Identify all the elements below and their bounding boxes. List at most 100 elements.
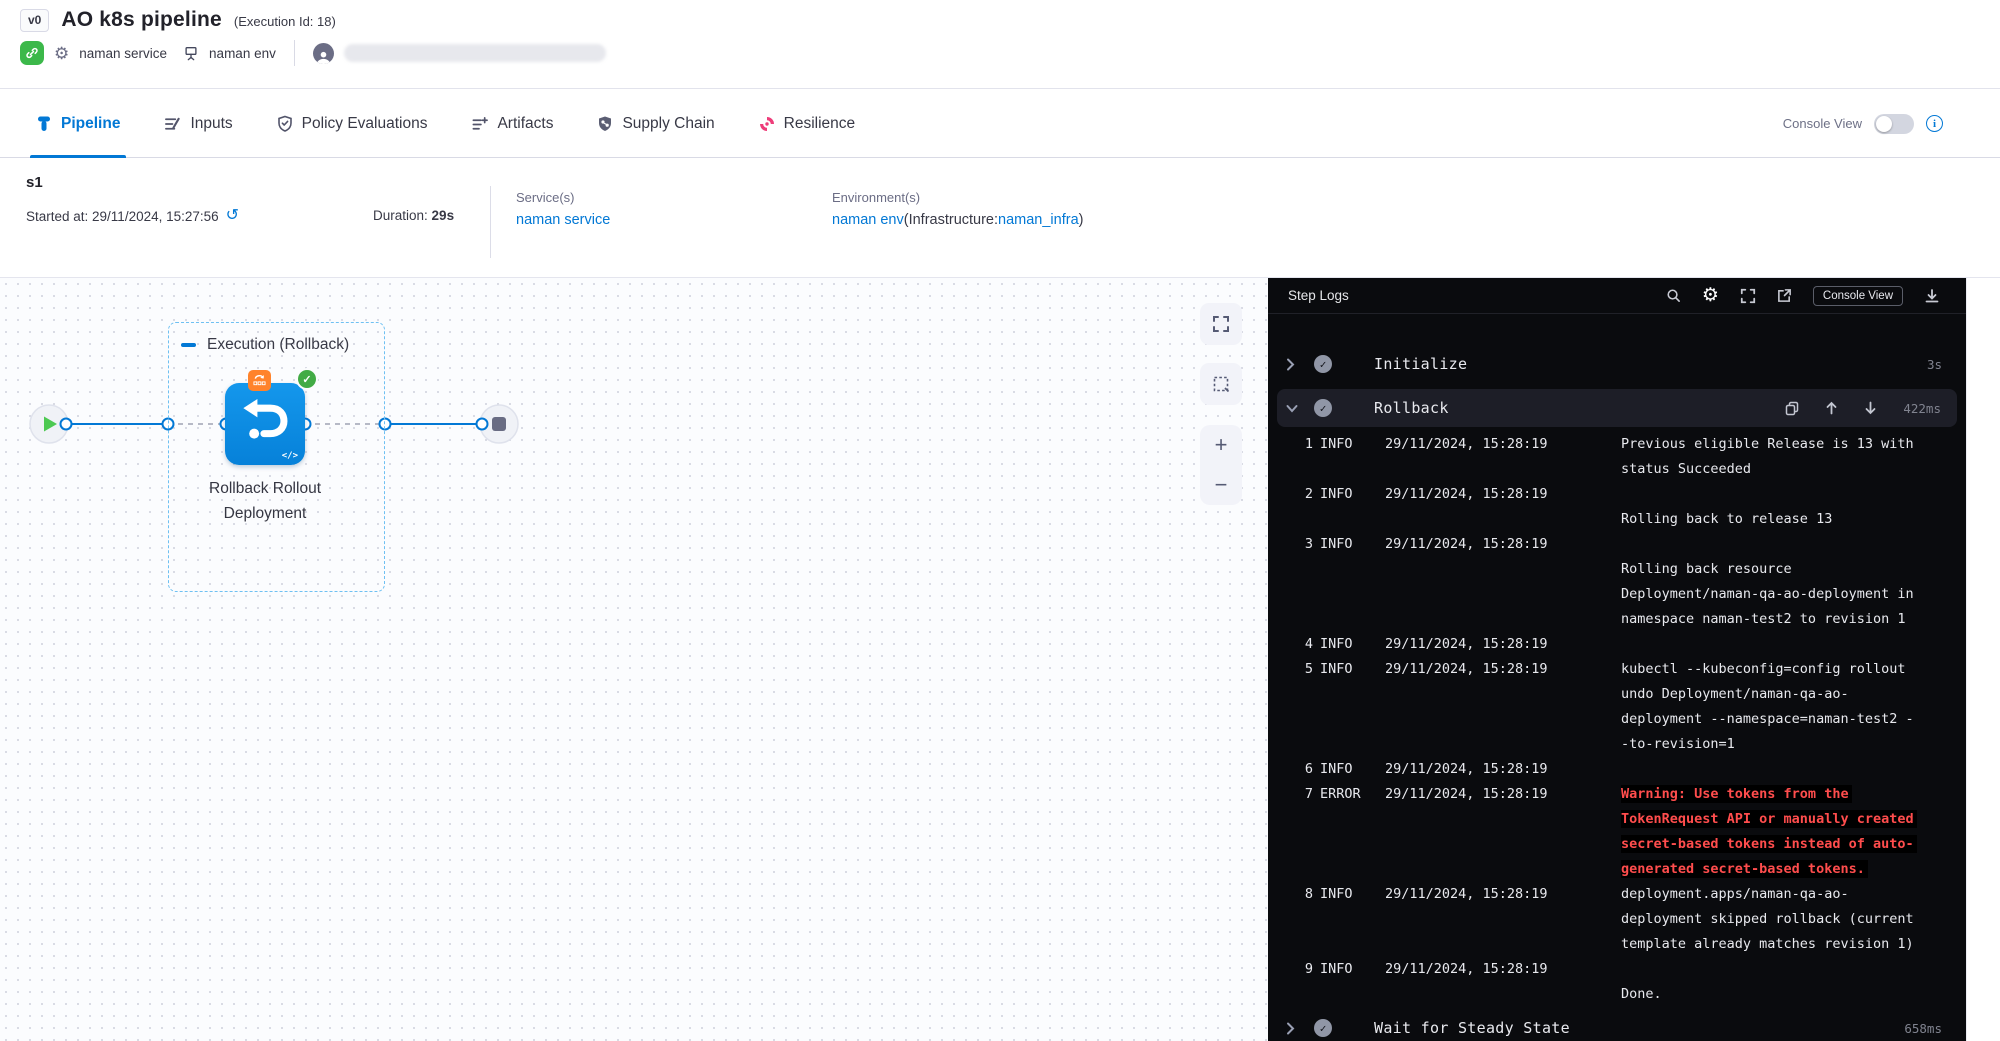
pipeline-execution-page: v0 AO k8s pipeline (Execution Id: 18) ⚙ … bbox=[0, 0, 2000, 1041]
infra-suffix: ) bbox=[1079, 212, 1084, 228]
log-line: Rolling back to release 13 bbox=[1268, 506, 1966, 531]
zoom-out-button[interactable]: − bbox=[1200, 465, 1242, 505]
trigger-link-icon bbox=[20, 41, 44, 65]
log-line: status Succeeded bbox=[1268, 456, 1966, 481]
resilience-icon bbox=[759, 116, 775, 132]
environment-name[interactable]: naman env bbox=[209, 46, 276, 61]
log-line: 1INFO29/11/2024, 15:28:19Previous eligib… bbox=[1268, 431, 1966, 456]
rollback-step-node[interactable]: ✓ </> bbox=[225, 383, 305, 465]
log-line: undo Deployment/naman-qa-ao- bbox=[1268, 681, 1966, 706]
chevron-right-icon bbox=[1286, 1022, 1300, 1035]
step-row-rollback[interactable]: ✓ Rollback 422ms bbox=[1277, 389, 1957, 427]
tab-inputs[interactable]: Inputs bbox=[164, 89, 232, 158]
stage-name: s1 bbox=[26, 174, 43, 191]
console-view-label: Console View bbox=[1783, 116, 1862, 131]
inputs-icon bbox=[164, 116, 181, 132]
zoom-in-button[interactable]: + bbox=[1200, 425, 1242, 465]
scroll-to-bottom-icon[interactable] bbox=[1864, 401, 1877, 415]
success-check-icon: ✓ bbox=[1314, 355, 1332, 373]
tab-label: Policy Evaluations bbox=[302, 115, 428, 133]
tab-pipeline[interactable]: Pipeline bbox=[36, 89, 120, 158]
group-label-text: Execution (Rollback) bbox=[207, 336, 349, 354]
toggle-knob bbox=[1876, 116, 1892, 132]
search-icon[interactable] bbox=[1666, 288, 1681, 303]
success-check-icon: ✓ bbox=[1314, 399, 1332, 417]
open-in-new-icon[interactable] bbox=[1777, 288, 1792, 303]
download-logs-icon[interactable] bbox=[1924, 288, 1940, 304]
environments-label: Environment(s) bbox=[832, 190, 1083, 205]
step-name: Wait for Steady State bbox=[1374, 1019, 1570, 1037]
step-name: Initialize bbox=[1374, 355, 1467, 373]
log-line: 8INFO29/11/2024, 15:28:19deployment.apps… bbox=[1268, 881, 1966, 906]
tab-artifacts[interactable]: Artifacts bbox=[471, 89, 553, 158]
started-at-text: Started at: 29/11/2024, 15:27:56 bbox=[26, 209, 219, 224]
service-gear-icon: ⚙ bbox=[54, 45, 69, 62]
tab-label: Pipeline bbox=[61, 115, 120, 133]
tab-supply-chain[interactable]: Supply Chain bbox=[597, 89, 714, 158]
tab-label: Supply Chain bbox=[622, 115, 714, 133]
rollback-arrow-icon bbox=[239, 393, 291, 445]
version-badge: v0 bbox=[20, 9, 49, 32]
log-line: deployment --namespace=naman-test2 - bbox=[1268, 706, 1966, 731]
environment-link[interactable]: naman env(Infrastructure:naman_infra) bbox=[832, 212, 1083, 228]
console-view-toggle[interactable] bbox=[1874, 114, 1914, 134]
collapse-group-icon[interactable] bbox=[181, 343, 196, 347]
step-name: Rollback bbox=[1374, 399, 1449, 417]
right-gutter bbox=[1966, 278, 2000, 1041]
log-line: 7ERROR29/11/2024, 15:28:19Warning: Use t… bbox=[1268, 781, 1966, 806]
step-duration: 3s bbox=[1927, 357, 1942, 372]
pipeline-canvas[interactable]: Execution (Rollback) ✓ </> Rollback Roll… bbox=[0, 278, 1268, 1041]
execution-history-icon[interactable]: ↺ bbox=[226, 208, 239, 224]
log-line: secret-based tokens instead of auto- bbox=[1268, 831, 1966, 856]
node-label-line2: Deployment bbox=[150, 501, 380, 526]
execution-id: (Execution Id: 18) bbox=[234, 14, 336, 29]
fullscreen-icon[interactable] bbox=[1740, 288, 1756, 304]
log-line: 3INFO29/11/2024, 15:28:19 bbox=[1268, 531, 1966, 556]
redacted-user-email bbox=[344, 44, 606, 62]
log-line: Rolling back resource bbox=[1268, 556, 1966, 581]
console-view-button[interactable]: Console View bbox=[1813, 286, 1903, 306]
pipeline-icon bbox=[36, 115, 52, 132]
log-lines: 1INFO29/11/2024, 15:28:19Previous eligib… bbox=[1268, 431, 1966, 1006]
info-icon[interactable]: i bbox=[1926, 115, 1943, 132]
step-duration: 422ms bbox=[1903, 401, 1941, 416]
chevron-down-icon bbox=[1286, 404, 1300, 413]
duration-label: Duration: bbox=[373, 208, 428, 223]
success-check-icon: ✓ bbox=[1314, 1019, 1332, 1037]
policy-shield-icon bbox=[277, 115, 293, 132]
supply-chain-icon bbox=[597, 115, 613, 132]
service-name[interactable]: naman service bbox=[79, 46, 167, 61]
log-settings-gear-icon[interactable]: ⚙ bbox=[1702, 286, 1719, 305]
env-link-text[interactable]: naman env bbox=[832, 212, 904, 228]
stage-divider bbox=[490, 186, 491, 258]
tab-resilience[interactable]: Resilience bbox=[759, 89, 856, 158]
chevron-right-icon bbox=[1286, 358, 1300, 371]
started-at: Started at: 29/11/2024, 15:27:56 ↺ bbox=[26, 208, 239, 224]
page-header: v0 AO k8s pipeline (Execution Id: 18) ⚙ … bbox=[0, 0, 2000, 88]
content-area: Execution (Rollback) ✓ </> Rollback Roll… bbox=[0, 278, 2000, 1041]
duration: Duration: 29s bbox=[373, 208, 454, 223]
zoom-controls: + − bbox=[1200, 425, 1242, 505]
scroll-to-top-icon[interactable] bbox=[1825, 401, 1838, 415]
tab-policy-evaluations[interactable]: Policy Evaluations bbox=[277, 89, 428, 158]
infra-link[interactable]: naman_infra bbox=[998, 212, 1079, 228]
log-line: 4INFO29/11/2024, 15:28:19 bbox=[1268, 631, 1966, 656]
log-line: 6INFO29/11/2024, 15:28:19 bbox=[1268, 756, 1966, 781]
tabs: Pipeline Inputs Policy Evaluations Artif… bbox=[36, 89, 855, 158]
step-row-initialize[interactable]: ✓ Initialize 3s bbox=[1268, 344, 1966, 384]
console-view-control: Console View i bbox=[1783, 89, 1943, 158]
meta-divider bbox=[294, 40, 295, 66]
copy-logs-icon[interactable] bbox=[1785, 401, 1799, 416]
step-row-wait-for-steady-state[interactable]: ✓ Wait for Steady State 658ms bbox=[1268, 1008, 1966, 1041]
artifacts-icon bbox=[471, 116, 488, 132]
step-node-label: Rollback Rollout Deployment bbox=[150, 476, 380, 526]
tab-label: Inputs bbox=[190, 115, 232, 133]
execution-group-label: Execution (Rollback) bbox=[181, 336, 349, 354]
fit-to-screen-button[interactable] bbox=[1200, 303, 1242, 345]
step-logs-header: Step Logs ⚙ Console View bbox=[1268, 278, 1966, 314]
marquee-select-button[interactable] bbox=[1200, 363, 1242, 405]
services-label: Service(s) bbox=[516, 190, 610, 205]
code-glyph: </> bbox=[282, 451, 298, 461]
log-line: Deployment/naman-qa-ao-deployment in bbox=[1268, 581, 1966, 606]
service-link[interactable]: naman service bbox=[516, 212, 610, 228]
